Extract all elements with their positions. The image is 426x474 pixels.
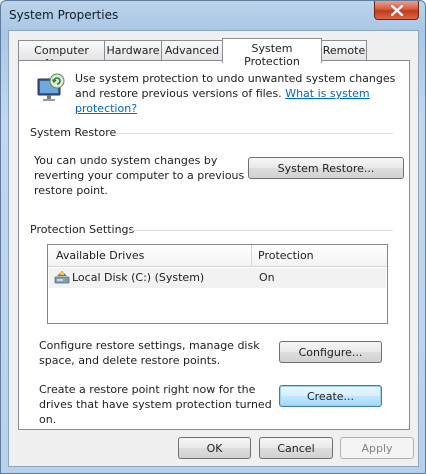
- drive-protection-status: On: [259, 271, 275, 284]
- system-restore-button[interactable]: System Restore...: [248, 157, 404, 179]
- list-header: Available Drives Protection: [48, 245, 387, 267]
- create-description: Create a restore point right now for the…: [39, 383, 272, 426]
- system-properties-window: System Properties Computer Name Hardware…: [0, 0, 426, 474]
- system-restore-group-title: System Restore: [30, 126, 121, 139]
- group-divider: [115, 133, 393, 134]
- apply-button[interactable]: Apply: [340, 437, 414, 459]
- system-restore-description: You can undo system changes by reverting…: [34, 154, 245, 197]
- configure-description: Configure restore settings, manage disk …: [39, 339, 260, 367]
- column-header-available-drives[interactable]: Available Drives: [56, 249, 144, 262]
- system-protection-icon: [37, 73, 65, 101]
- column-separator[interactable]: [251, 245, 252, 267]
- intro-text: Use system protection to undo unwanted s…: [75, 71, 405, 116]
- group-divider: [129, 230, 393, 231]
- tab-system-protection[interactable]: System Protection: [222, 38, 322, 68]
- tab-label: Advanced: [164, 44, 220, 57]
- available-drives-list[interactable]: Available Drives Protection Local Disk (…: [47, 244, 388, 324]
- column-header-protection[interactable]: Protection: [258, 249, 314, 262]
- button-label: Cancel: [277, 441, 315, 455]
- drive-icon: [54, 271, 70, 284]
- window-title: System Properties: [9, 8, 119, 22]
- protection-settings-group-title: Protection Settings: [30, 223, 139, 236]
- button-label: Configure...: [298, 345, 363, 359]
- create-button[interactable]: Create...: [279, 385, 382, 407]
- drive-row[interactable]: Local Disk (C:) (System) On: [49, 268, 386, 288]
- configure-button[interactable]: Configure...: [279, 341, 382, 363]
- close-icon: [390, 4, 403, 16]
- tab-hardware[interactable]: Hardware: [104, 40, 162, 61]
- system-protection-panel: Use system protection to undo unwanted s…: [18, 60, 410, 430]
- tab-advanced[interactable]: Advanced: [161, 40, 223, 61]
- title-bar[interactable]: System Properties: [1, 1, 425, 29]
- button-label: Apply: [361, 441, 393, 455]
- drive-name: Local Disk (C:) (System): [72, 271, 205, 284]
- tab-computer-name[interactable]: Computer Name: [18, 40, 105, 70]
- cancel-button[interactable]: Cancel: [259, 437, 333, 459]
- button-label: OK: [206, 441, 223, 455]
- tab-remote[interactable]: Remote: [321, 40, 367, 61]
- button-label: System Restore...: [277, 161, 375, 175]
- tab-label: System Protection: [244, 42, 300, 68]
- ok-button[interactable]: OK: [178, 437, 251, 459]
- tab-label: Remote: [322, 44, 366, 57]
- button-label: Create...: [306, 389, 355, 403]
- close-button[interactable]: [374, 1, 419, 20]
- tab-label: Hardware: [106, 44, 160, 57]
- client-area: Computer Name Hardware Advanced System P…: [8, 30, 419, 467]
